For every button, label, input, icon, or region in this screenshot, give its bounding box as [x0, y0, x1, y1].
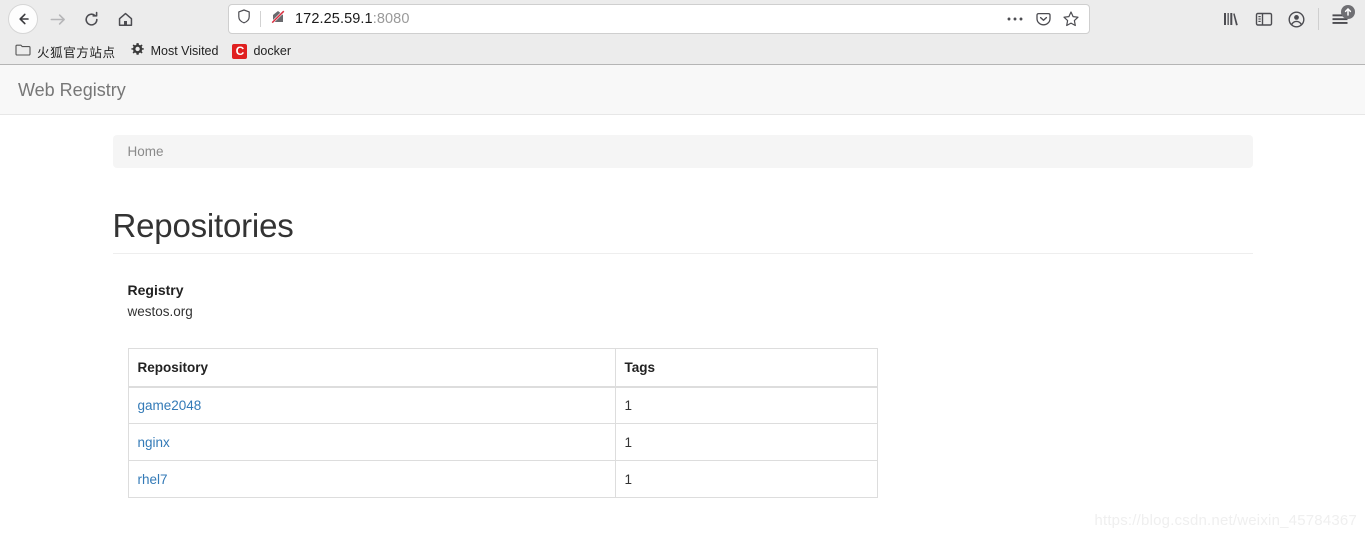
table-row: nginx 1	[127, 423, 878, 462]
identity-separator	[260, 11, 261, 27]
column-header-repository: Repository	[127, 348, 616, 388]
registry-label: Registry	[127, 282, 184, 299]
bookmark-firefox-official[interactable]: 火狐官方站点	[8, 40, 123, 63]
gear-icon	[130, 42, 145, 60]
table-row: game2048 1	[127, 386, 878, 425]
bookmark-label: docker	[253, 44, 291, 58]
url-port: :8080	[372, 11, 410, 27]
pocket-icon[interactable]	[1030, 7, 1056, 31]
star-icon[interactable]	[1058, 7, 1084, 31]
column-header-tags: Tags	[614, 348, 878, 388]
cell-tags: 1	[614, 386, 878, 425]
breadcrumb: Home	[112, 135, 1253, 168]
app-navbar: Web Registry	[0, 65, 1365, 115]
table-header-row: Repository Tags	[127, 348, 878, 388]
browser-chrome: 172.25.59.1:8080 火狐官方站点 Most Visited C d…	[0, 0, 1365, 65]
sidebar-icon[interactable]	[1248, 4, 1280, 34]
bookmark-most-visited[interactable]: Most Visited	[123, 40, 226, 62]
home-icon	[117, 11, 134, 28]
url-bar[interactable]: 172.25.59.1:8080	[228, 4, 1090, 34]
repositories-table: Repository Tags game2048 1 nginx 1 rhel7…	[127, 348, 878, 499]
hamburger-menu-icon[interactable]	[1325, 4, 1355, 34]
cell-repository: game2048	[127, 386, 616, 425]
page-container: Home Repositories Registry westos.org Re…	[98, 135, 1268, 499]
library-icon[interactable]	[1216, 4, 1248, 34]
toolbar-separator	[1318, 8, 1319, 30]
watermark: https://blog.csdn.net/weixin_45784367	[1094, 512, 1357, 529]
bookmark-label: 火狐官方站点	[37, 45, 116, 60]
registry-info: Registry westos.org	[113, 280, 1253, 322]
url-text[interactable]: 172.25.59.1:8080	[295, 11, 1002, 27]
shield-icon[interactable]	[237, 9, 251, 29]
cell-tags: 1	[614, 423, 878, 462]
bookmark-docker[interactable]: C docker	[225, 42, 298, 61]
url-host: 172.25.59.1	[295, 11, 373, 27]
toolbar-right	[1216, 4, 1359, 34]
reload-icon	[83, 11, 100, 28]
breadcrumb-item-home[interactable]: Home	[128, 144, 164, 159]
page-content: Web Registry Home Repositories Registry …	[0, 65, 1365, 537]
home-button[interactable]	[108, 4, 142, 34]
bookmark-label: Most Visited	[150, 44, 219, 58]
back-icon	[8, 4, 38, 34]
identity-blocked-icon[interactable]	[270, 9, 286, 30]
repository-link[interactable]: nginx	[138, 435, 170, 450]
repository-link[interactable]: game2048	[138, 398, 202, 413]
cell-tags: 1	[614, 460, 878, 499]
cell-repository: rhel7	[127, 460, 616, 499]
ellipsis-icon[interactable]	[1002, 7, 1028, 31]
forward-button[interactable]	[40, 4, 74, 34]
forward-icon	[49, 11, 66, 28]
bookmarks-bar: 火狐官方站点 Most Visited C docker	[0, 38, 1365, 65]
navigation-toolbar: 172.25.59.1:8080	[0, 0, 1365, 38]
reload-button[interactable]	[74, 4, 108, 34]
repository-link[interactable]: rhel7	[138, 472, 168, 487]
registry-host: westos.org	[127, 304, 193, 320]
navbar-brand[interactable]: Web Registry	[0, 80, 126, 100]
folder-icon	[15, 43, 31, 60]
identity-box[interactable]	[237, 9, 286, 30]
page-header: Repositories	[112, 207, 1253, 255]
cell-repository: nginx	[127, 423, 616, 462]
table-row: rhel7 1	[127, 460, 878, 499]
back-button[interactable]	[6, 4, 40, 34]
docker-favicon: C	[232, 43, 248, 59]
account-icon[interactable]	[1280, 4, 1312, 34]
urlbar-actions	[1002, 7, 1084, 31]
update-arrow-icon	[1341, 5, 1355, 19]
page-title: Repositories	[112, 207, 294, 244]
